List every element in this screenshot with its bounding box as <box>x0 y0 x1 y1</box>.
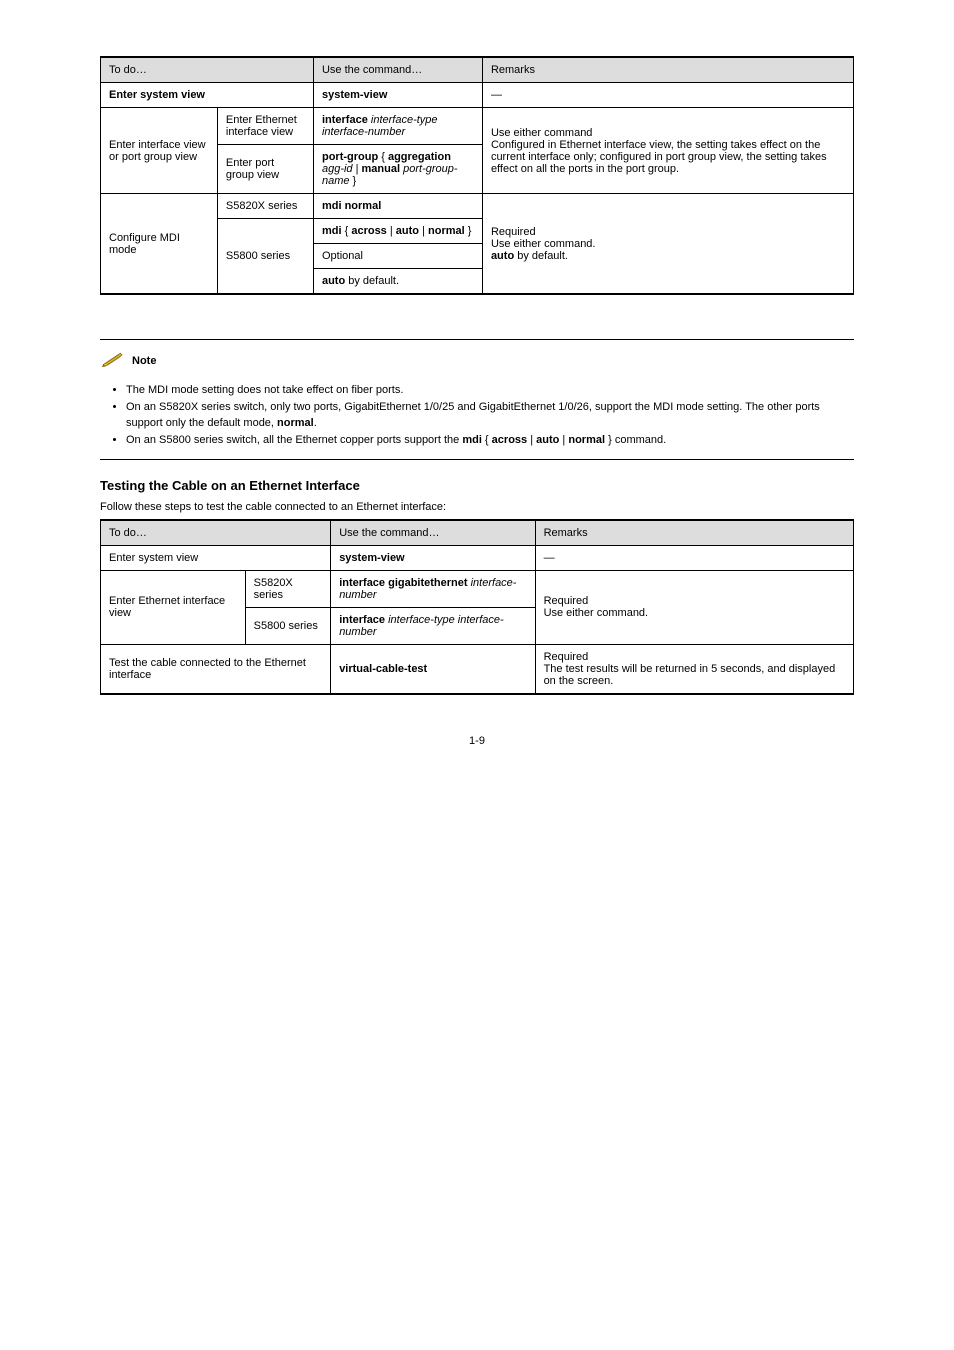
cell-remarks: — <box>482 83 853 108</box>
cell-command: interface interface-type interface-numbe… <box>331 607 535 644</box>
cell-remarks: — <box>535 545 853 570</box>
list-item: On an S5800 series switch, all the Ether… <box>126 433 854 448</box>
table-row: Enter system view system-view — <box>101 545 854 570</box>
cell-command: port-group { aggregation agg-id | manual… <box>313 145 482 194</box>
cell-command: system-view <box>331 545 535 570</box>
cell-command: mdi normal <box>313 194 482 219</box>
note-label: Note <box>132 355 156 367</box>
cell-remarks: Required Use either command. <box>535 570 853 644</box>
cell-todo: Enter system view <box>101 545 331 570</box>
col-header-todo: To do… <box>101 520 331 546</box>
cell-sub-label: S5820X series <box>217 194 313 219</box>
table-mdi-config: To do… Use the command… Remarks Enter sy… <box>100 56 854 295</box>
cell-remarks: Required Use either command. auto by def… <box>482 194 853 295</box>
table-row: Enter system view system-view — <box>101 83 854 108</box>
cell-note: Optional <box>313 244 482 269</box>
col-header-command: Use the command… <box>313 57 482 83</box>
cell-command: interface gigabitethernet interface-numb… <box>331 570 535 607</box>
cell-command: interface interface-type interface-numbe… <box>313 108 482 145</box>
table-cable-test: To do… Use the command… Remarks Enter sy… <box>100 519 854 695</box>
col-header-command: Use the command… <box>331 520 535 546</box>
cell-todo: Enter system view <box>101 83 314 108</box>
table-row: Test the cable connected to the Ethernet… <box>101 644 854 694</box>
note-callout: Note The MDI mode setting does not take … <box>100 339 854 460</box>
cell-sub-label: Enter port group view <box>217 145 313 194</box>
cell-todo: Configure MDI mode <box>101 194 218 295</box>
table-header-row: To do… Use the command… Remarks <box>101 57 854 83</box>
col-header-remarks: Remarks <box>482 57 853 83</box>
col-header-todo: To do… <box>101 57 314 83</box>
table-row: Enter interface view or port group view … <box>101 108 854 145</box>
cell-command: system-view <box>313 83 482 108</box>
note-icon <box>100 348 126 373</box>
cell-remarks: Required The test results will be return… <box>535 644 853 694</box>
table-header-row: To do… Use the command… Remarks <box>101 520 854 546</box>
page-number: 1-9 <box>100 735 854 747</box>
cell-remarks: Use either command Configured in Etherne… <box>482 108 853 194</box>
cell-todo: Test the cable connected to the Ethernet… <box>101 644 331 694</box>
cell-sub-label: S5800 series <box>217 219 313 295</box>
note-header: Note <box>100 348 854 373</box>
note-list: The MDI mode setting does not take effec… <box>126 383 854 449</box>
cell-command: virtual-cable-test <box>331 644 535 694</box>
cell-sub-label: S5800 series <box>245 607 331 644</box>
cell-command: mdi { across | auto | normal } <box>313 219 482 244</box>
cell-todo: Enter Ethernet interface view <box>101 570 246 644</box>
section-heading: Testing the Cable on an Ethernet Interfa… <box>100 478 854 493</box>
cell-sub-label: Enter Ethernet interface view <box>217 108 313 145</box>
col-header-remarks: Remarks <box>535 520 853 546</box>
table-row: Configure MDI mode S5820X series mdi nor… <box>101 194 854 219</box>
section-intro: Follow these steps to test the cable con… <box>100 501 854 513</box>
cell-sub-label: S5820X series <box>245 570 331 607</box>
cell-note: auto by default. <box>313 269 482 295</box>
cell-todo: Enter interface view or port group view <box>101 108 218 194</box>
list-item: The MDI mode setting does not take effec… <box>126 383 854 398</box>
table-row: Enter Ethernet interface view S5820X ser… <box>101 570 854 607</box>
list-item: On an S5820X series switch, only two por… <box>126 400 854 431</box>
